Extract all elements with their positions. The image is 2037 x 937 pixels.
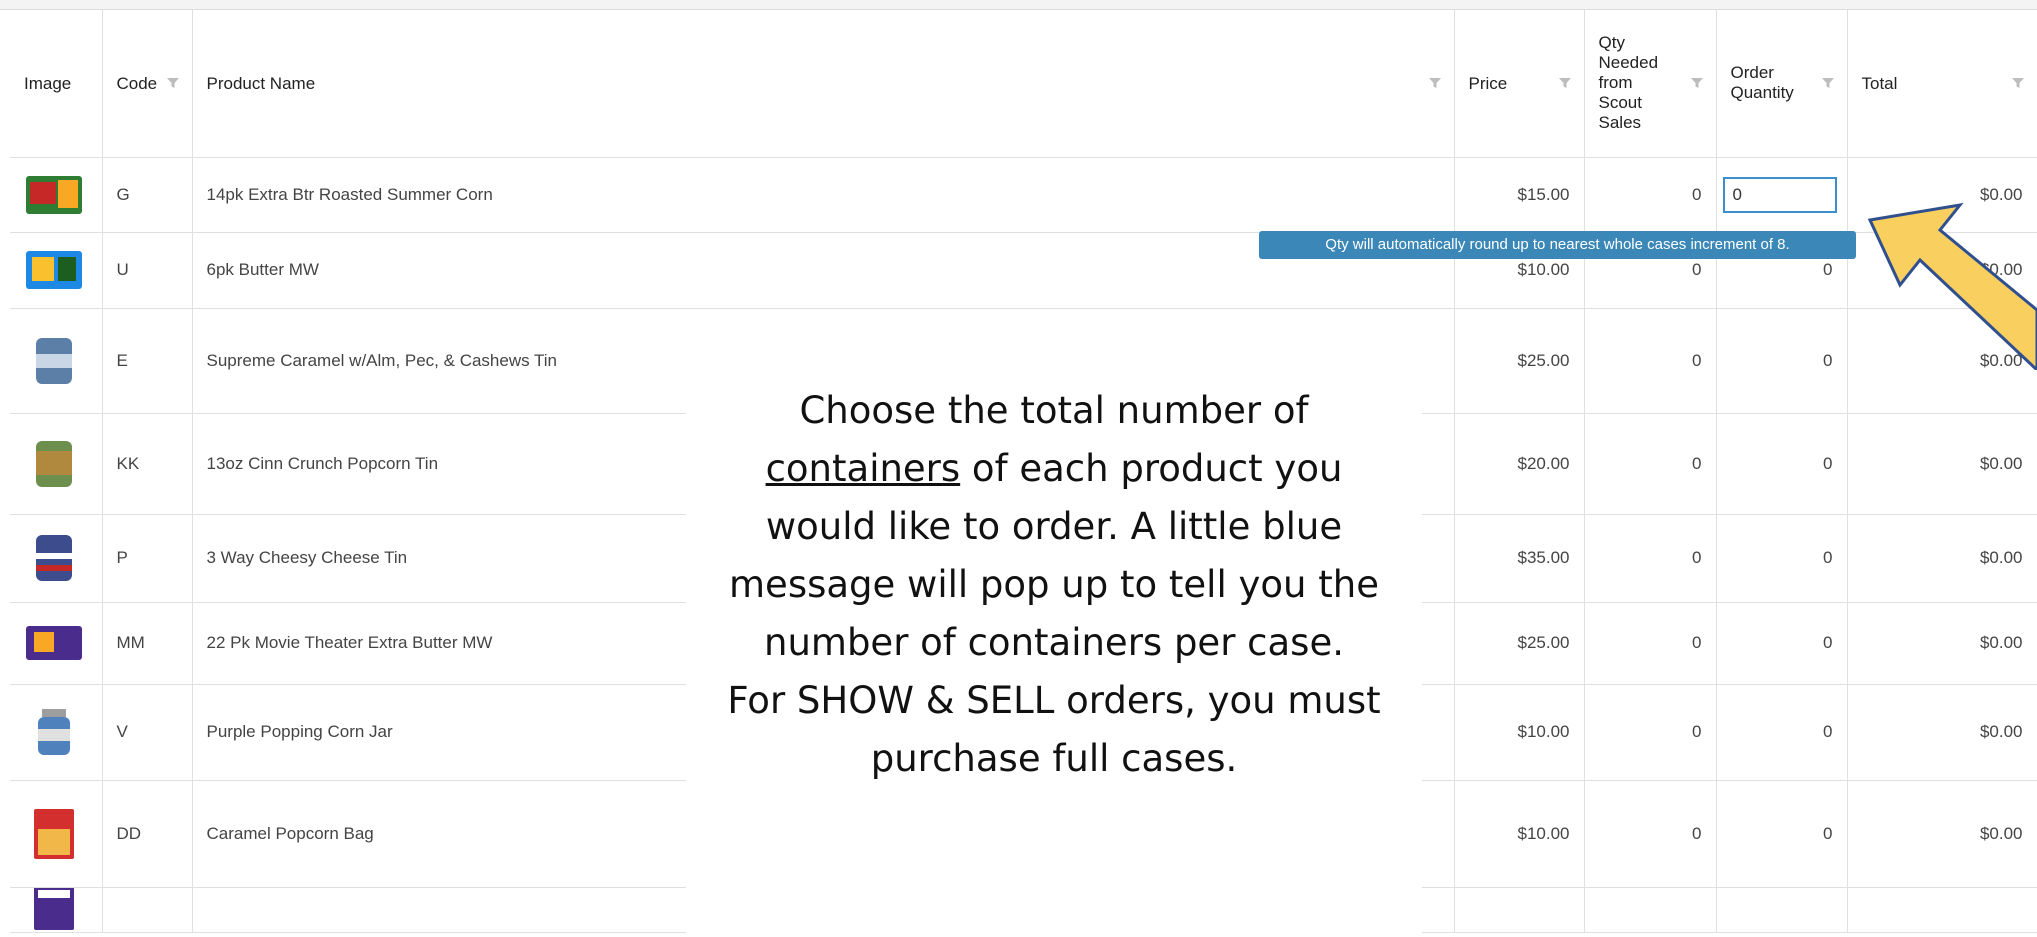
order-quantity-input[interactable] (1722, 176, 1837, 213)
column-header-label: Total (1861, 73, 1898, 93)
qty-needed-value: 0 (1584, 602, 1717, 685)
product-price: $10.00 (1454, 780, 1585, 888)
column-header-price[interactable]: Price (1454, 10, 1585, 158)
qty-needed-value: 0 (1584, 780, 1717, 888)
product-thumbnail (26, 626, 82, 660)
product-code: P (102, 514, 193, 603)
product-price: $10.00 (1454, 684, 1585, 781)
column-header-qty-needed[interactable]: Qty Needed from Scout Sales (1584, 10, 1717, 158)
product-image-cell (10, 887, 103, 933)
column-header-label: Order Quantity (1730, 63, 1794, 103)
qty-needed-value: 0 (1584, 413, 1717, 515)
product-thumbnail (38, 709, 70, 755)
product-code: KK (102, 413, 193, 515)
order-quantity-value[interactable]: 0 (1716, 684, 1848, 781)
filter-icon[interactable] (1821, 76, 1835, 90)
product-thumbnail (26, 251, 82, 289)
product-thumbnail (36, 337, 72, 384)
filter-icon[interactable] (166, 76, 180, 90)
product-thumbnail (36, 535, 72, 581)
product-image-cell (10, 232, 103, 309)
product-code: MM (102, 602, 193, 685)
column-header-image[interactable]: Image (10, 10, 103, 158)
product-image-cell (10, 413, 103, 515)
order-quantity-value[interactable]: 0 (1716, 308, 1848, 414)
product-code: DD (102, 780, 193, 888)
product-thumbnail (26, 175, 82, 214)
row-total: $0.00 (1847, 684, 2037, 781)
filter-icon[interactable] (1690, 76, 1704, 90)
column-header-label: Price (1468, 73, 1508, 93)
order-quantity-value[interactable]: 0 (1716, 602, 1848, 685)
product-code: U (102, 232, 193, 309)
instruction-line-6: For SHOW & SELL orders, you must (727, 679, 1381, 722)
table-header-row: Image Code Product Name Price Qty Needed fro… (10, 10, 2037, 158)
product-price: $20.00 (1454, 413, 1585, 515)
column-header-label: Product Name (206, 73, 316, 93)
column-header-product[interactable]: Product Name (192, 10, 1455, 158)
product-thumbnail (34, 887, 74, 930)
qty-needed-value: 0 (1584, 308, 1717, 414)
order-quantity-value[interactable]: 0 (1716, 514, 1848, 603)
case-increment-tooltip: Qty will automatically round up to neare… (1259, 231, 1856, 259)
product-price: $25.00 (1454, 602, 1585, 685)
table-row[interactable]: G 14pk Extra Btr Roasted Summer Corn $15.0… (10, 157, 2037, 233)
row-total: $0.00 (1847, 413, 2037, 515)
qty-needed-value: 0 (1584, 157, 1717, 233)
pointer-arrow (1867, 202, 2037, 370)
product-price (1454, 887, 1585, 933)
order-quantity-value[interactable] (1716, 887, 1848, 933)
instruction-line-1: Choose the total number of (799, 389, 1309, 432)
filter-icon[interactable] (2011, 76, 2025, 90)
instruction-underlined-word: containers (765, 447, 961, 490)
order-quantity-value[interactable]: 0 (1716, 413, 1848, 515)
product-image-cell (10, 780, 103, 888)
qty-needed-value: 0 (1584, 684, 1717, 781)
instruction-line-7: purchase full cases. (870, 737, 1238, 780)
column-header-label: Qty Needed from Scout Sales (1598, 33, 1659, 133)
product-image-cell (10, 308, 103, 414)
column-header-total[interactable]: Total (1847, 10, 2037, 158)
product-price: $35.00 (1454, 514, 1585, 603)
product-image-cell (10, 684, 103, 781)
row-total: $0.00 (1847, 780, 2037, 888)
top-toolbar-strip (0, 0, 2037, 10)
qty-needed-value (1584, 887, 1717, 933)
column-header-label: Image (24, 73, 72, 93)
instruction-line-3: would like to order. A little blue (765, 505, 1343, 548)
product-name: 14pk Extra Btr Roasted Summer Corn (192, 157, 1455, 233)
product-price: $15.00 (1454, 157, 1585, 233)
column-header-order-qty[interactable]: Order Quantity (1716, 10, 1848, 158)
qty-needed-value: 0 (1584, 514, 1717, 603)
product-code: V (102, 684, 193, 781)
product-image-cell (10, 514, 103, 603)
row-total: $0.00 (1847, 514, 2037, 603)
instructions-callout: Choose the total number of containers of… (686, 369, 1422, 937)
column-header-code[interactable]: Code (102, 10, 193, 158)
product-code: E (102, 308, 193, 414)
product-price: $25.00 (1454, 308, 1585, 414)
instruction-line-4: message will pop up to tell you the (729, 563, 1379, 606)
row-total (1847, 887, 2037, 933)
product-image-cell (10, 602, 103, 685)
order-quantity-value[interactable]: 0 (1716, 780, 1848, 888)
order-quantity-cell[interactable] (1716, 157, 1848, 233)
product-image-cell (10, 157, 103, 233)
instruction-line-5: number of containers per case. (764, 621, 1344, 664)
product-code: G (102, 157, 193, 233)
product-code (102, 887, 193, 933)
instruction-line-2: of each product you (960, 447, 1343, 490)
filter-icon[interactable] (1428, 76, 1442, 90)
row-total: $0.00 (1847, 602, 2037, 685)
product-thumbnail (34, 808, 74, 859)
filter-icon[interactable] (1558, 76, 1572, 90)
product-thumbnail (36, 440, 72, 487)
column-header-label: Code (116, 73, 158, 93)
